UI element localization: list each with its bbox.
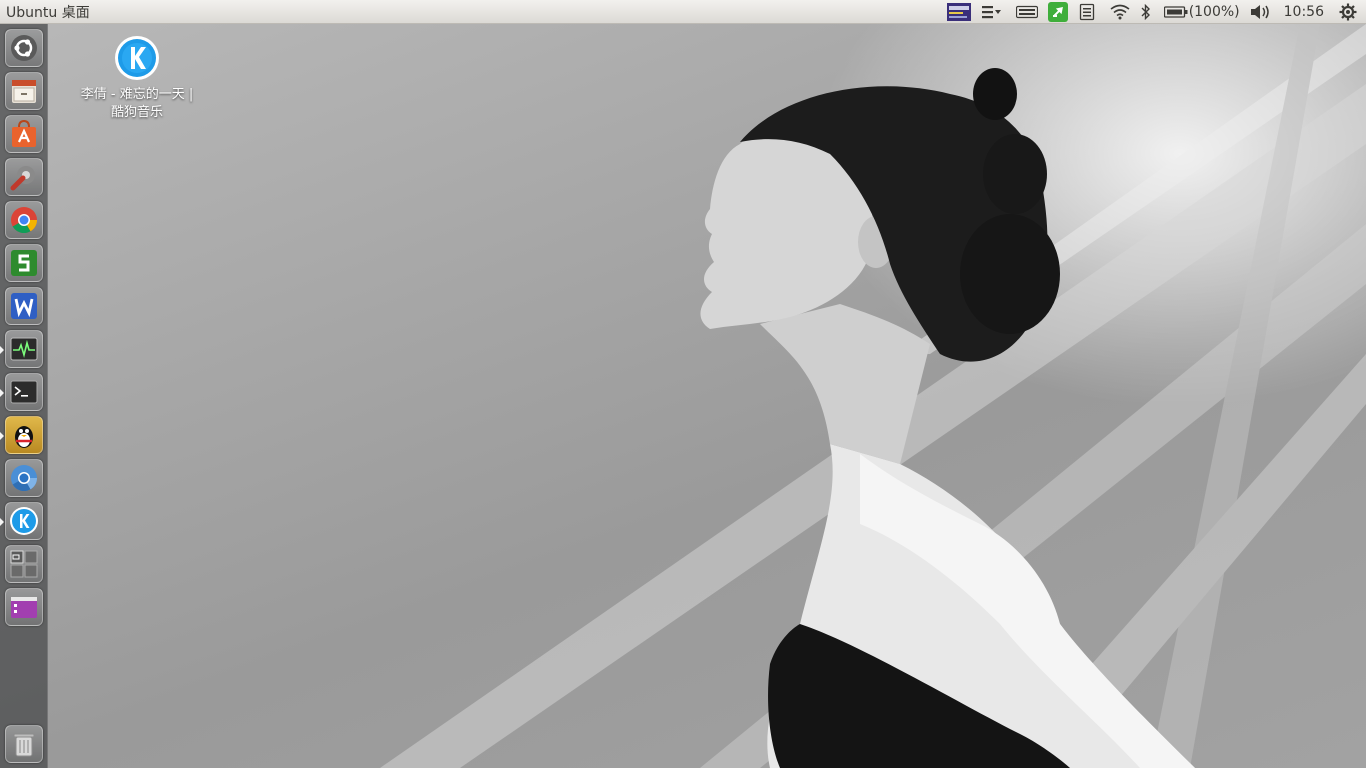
launcher-wps-spreadsheets[interactable] [5,244,43,282]
desktop-shortcut-label[interactable]: 李倩 - 难忘的一天 | 酷狗音乐 [62,86,212,122]
launcher-chromium[interactable] [5,459,43,497]
activity-monitor-icon [10,337,38,361]
recycle-indicator-icon[interactable] [1047,0,1069,24]
kugou-icon[interactable] [113,34,161,82]
launcher-software-center[interactable] [5,115,43,153]
indicator-area: (100%) 10:56 [945,0,1366,24]
desktop-shortcut-label-line1: 李倩 - 难忘的一天 | [80,87,194,102]
battery-icon[interactable] [1163,0,1189,24]
terminal-icon [10,380,38,404]
launcher-qq[interactable] [5,416,43,454]
ubuntu-logo-icon [11,35,37,61]
document-icon[interactable] [1077,0,1097,24]
menu-list-icon[interactable] [979,0,1005,24]
clock[interactable]: 10:56 [1284,0,1324,24]
battery-percentage[interactable]: (100%) [1189,0,1240,24]
power-gear-icon[interactable] [1336,0,1360,24]
desktop-shortcut-label-line2: 酷狗音乐 [110,105,163,120]
chrome-icon [11,207,38,234]
bluetooth-icon[interactable] [1139,0,1153,24]
launcher-terminal[interactable] [5,373,43,411]
keyboard-icon[interactable] [1015,0,1039,24]
wrench-gear-icon [10,166,35,191]
top-panel: Ubuntu 桌面 (100%) 10:56 [0,0,1366,24]
running-indicator [0,432,4,440]
file-cabinet-icon [12,80,36,103]
kugou-icon [10,507,38,535]
running-indicator [0,346,4,354]
trash-icon [13,733,35,757]
window-icon [11,597,37,618]
wps-s-icon [11,250,37,276]
launcher-kugou-music[interactable] [5,502,43,540]
workspaces-icon [10,550,38,578]
launcher [0,24,48,768]
launcher-system-settings[interactable] [5,158,43,196]
launcher-wps-writer[interactable] [5,287,43,325]
desktop-shortcut-kugou[interactable]: 李倩 - 难忘的一天 | 酷狗音乐 [62,34,212,122]
ime-indicator-icon[interactable] [945,0,973,24]
window-title: Ubuntu 桌面 [6,4,90,21]
launcher-files[interactable] [5,72,43,110]
launcher-system-monitor[interactable] [5,330,43,368]
launcher-workspace-switcher[interactable] [5,545,43,583]
wps-w-icon [11,293,37,319]
launcher-trash[interactable] [5,725,43,763]
shopping-bag-icon [12,119,36,147]
volume-icon[interactable] [1250,0,1272,24]
running-indicator [0,518,4,526]
wifi-icon[interactable] [1109,0,1131,24]
launcher-dash-home[interactable] [5,29,43,67]
desktop-background[interactable] [0,24,1366,768]
launcher-chrome[interactable] [5,201,43,239]
chromium-icon [11,465,38,492]
penguin-icon [15,426,33,448]
wallpaper-portrait-image [380,24,1366,768]
launcher-app-window[interactable] [5,588,43,626]
running-indicator [0,389,4,397]
